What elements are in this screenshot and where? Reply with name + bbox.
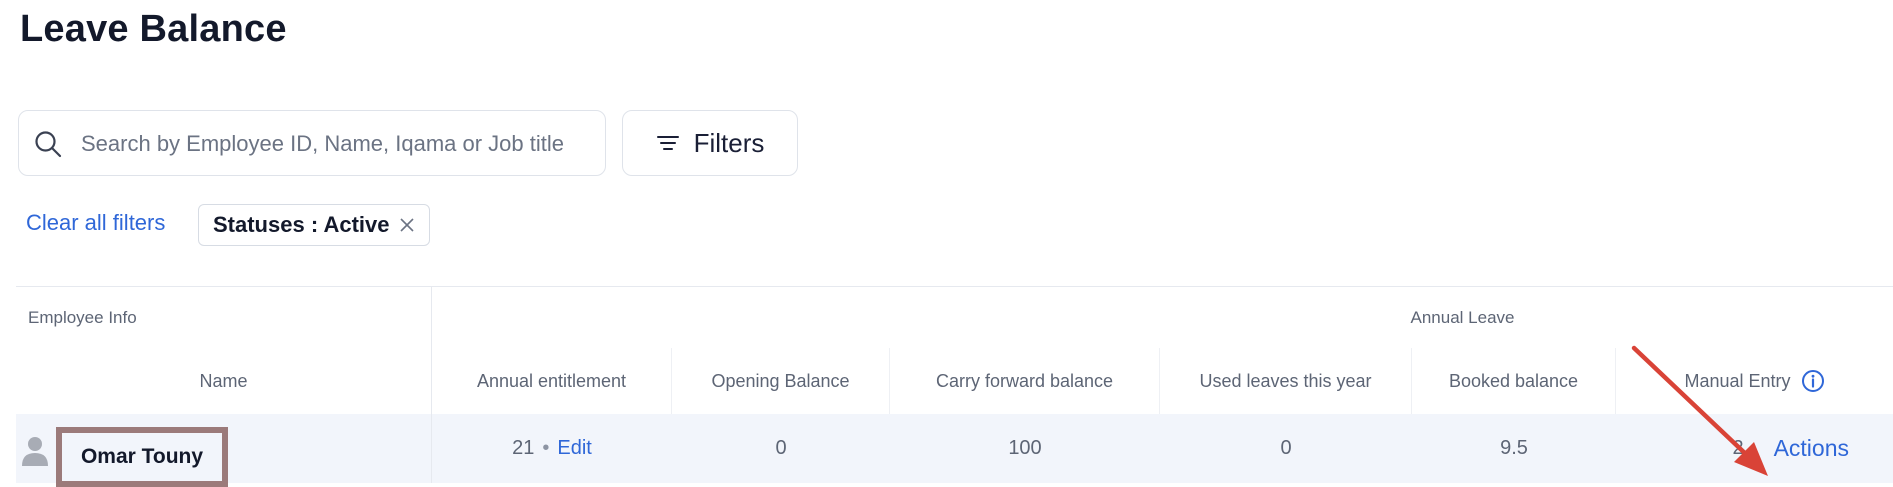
clear-all-filters-link[interactable]: Clear all filters [26, 210, 165, 236]
column-header-used-leaves: Used leaves this year [1160, 348, 1412, 414]
search-box[interactable] [18, 110, 606, 177]
employee-name[interactable]: Omar Touny [56, 426, 228, 487]
cell-manual-entry: 2 Actions [1616, 414, 1893, 483]
search-icon [35, 131, 62, 158]
edit-entitlement-link[interactable]: Edit [557, 437, 591, 460]
filter-chip-statuses: Statuses : Active [198, 204, 431, 246]
filter-lines-icon [656, 136, 679, 150]
cell-name: Omar Touny [16, 414, 432, 487]
group-header-employee-info: Employee Info [16, 286, 432, 348]
table-row[interactable]: Omar Touny 21 • Edit 0 100 0 9.5 2 Actio… [16, 414, 1893, 487]
cell-opening-balance: 0 [775, 437, 787, 459]
column-header-carry-forward-balance: Carry forward balance [890, 348, 1160, 414]
column-header-row: Name Annual entitlement Opening Balance … [16, 348, 1893, 414]
leave-balance-table: Employee Info Annual Leave Name Annual e… [16, 286, 1893, 487]
manual-entry-value: 2 [1732, 437, 1744, 459]
filters-button[interactable]: Filters [622, 110, 798, 176]
page-title: Leave Balance [20, 8, 287, 50]
actions-link[interactable]: Actions [1774, 435, 1849, 462]
separator-dot: • [542, 437, 550, 459]
column-header-manual-entry-label: Manual Entry [1684, 370, 1791, 391]
column-header-annual-entitlement: Annual entitlement [432, 348, 672, 414]
cell-carry-forward-balance: 100 [1008, 437, 1042, 459]
filter-chip-label: Statuses : Active [213, 212, 390, 237]
annual-entitlement-value: 21 [512, 437, 535, 459]
column-header-name: Name [16, 348, 432, 414]
person-icon [22, 436, 48, 466]
cell-booked-balance: 9.5 [1500, 437, 1528, 459]
cell-used-leaves: 0 [1280, 437, 1292, 459]
group-header-annual-leave: Annual Leave [432, 286, 1893, 348]
column-header-opening-balance: Opening Balance [672, 348, 890, 414]
column-header-manual-entry: Manual Entry [1616, 348, 1893, 414]
close-icon[interactable] [399, 217, 415, 233]
cell-annual-entitlement: 21 • Edit [432, 414, 672, 483]
filters-button-label: Filters [693, 127, 765, 158]
search-input[interactable] [79, 111, 593, 177]
info-icon[interactable] [1801, 369, 1825, 393]
column-header-booked-balance: Booked balance [1412, 348, 1616, 414]
